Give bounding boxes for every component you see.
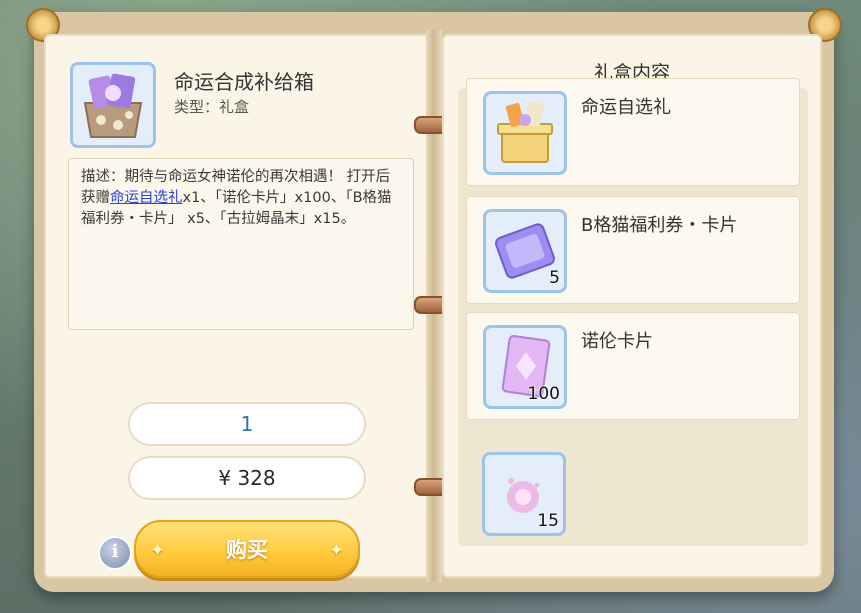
- purple-ticket-icon: 5: [483, 209, 567, 293]
- content-item-row[interactable]: 100 诺伦卡片: [466, 312, 800, 420]
- left-page: 命运合成补给箱 类型：礼盒 描述：期待与命运女神诺伦的再次相遇！ 打开后获赠命运…: [44, 34, 430, 578]
- pink-card-icon: 100: [483, 325, 567, 409]
- item-count: 100: [527, 384, 560, 404]
- item-detail-book: 命运合成补给箱 类型：礼盒 描述：期待与命运女神诺伦的再次相遇！ 打开后获赠命运…: [26, 8, 842, 592]
- item-count: 5: [549, 268, 560, 288]
- right-page: 礼盒内容 命运自选礼 5 B格猫福利券・卡片 100 诺伦卡片 15: [442, 34, 822, 578]
- buy-button-label: 购买: [226, 538, 268, 562]
- quantity-input[interactable]: 1: [128, 402, 366, 446]
- content-item-row[interactable]: 命运自选礼: [466, 78, 800, 186]
- content-item-name: 诺伦卡片: [581, 331, 653, 352]
- content-item-name: 命运自选礼: [581, 97, 671, 118]
- content-item-name: B格猫福利券・卡片: [581, 215, 738, 236]
- golden-gift-box-icon: [483, 91, 567, 175]
- info-icon[interactable]: i: [98, 536, 132, 570]
- pink-crystal-dust-icon[interactable]: 15: [482, 452, 566, 536]
- reward-link[interactable]: 命运自选礼: [110, 190, 183, 206]
- item-count: 15: [537, 511, 559, 531]
- description-box: 描述：期待与命运女神诺伦的再次相遇！ 打开后获赠命运自选礼x1、「诺伦卡片」x1…: [68, 158, 414, 330]
- price-display: ¥ 328: [128, 456, 366, 500]
- item-name: 命运合成补给箱: [174, 70, 314, 94]
- content-item-row[interactable]: 5 B格猫福利券・卡片: [466, 196, 800, 304]
- buy-button[interactable]: ✦ 购买 ✦: [134, 520, 360, 578]
- gift-box-icon: [70, 62, 156, 148]
- sparkle-icon: ✦: [328, 540, 344, 561]
- sparkle-icon: ✦: [150, 540, 166, 561]
- item-description: 描述：期待与命运女神诺伦的再次相遇！ 打开后获赠命运自选礼x1、「诺伦卡片」x1…: [81, 167, 401, 230]
- item-type: 类型：礼盒: [174, 98, 250, 116]
